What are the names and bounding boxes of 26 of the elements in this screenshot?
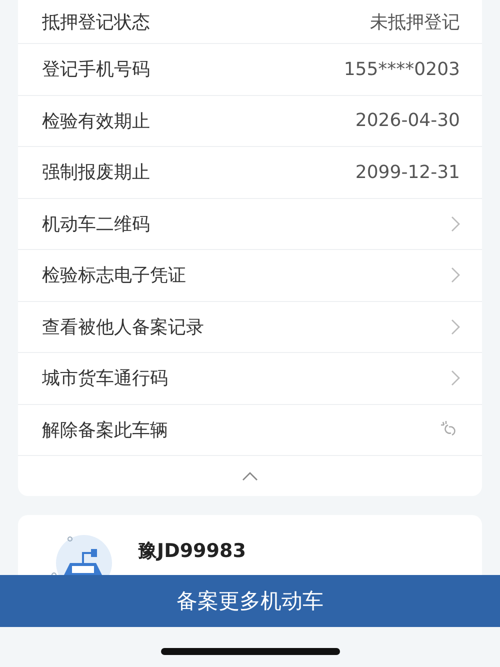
row-value: 2026-04-30 xyxy=(355,110,460,132)
row-label: 登记手机号码 xyxy=(42,58,150,82)
detail-row[interactable]: 机动车二维码 xyxy=(18,198,482,250)
row-value: 未抵押登记 xyxy=(370,10,460,34)
chevron-right-icon xyxy=(451,318,460,335)
row-label: 抵押登记状态 xyxy=(42,10,150,34)
register-more-button[interactable]: 备案更多机动车 xyxy=(0,575,500,627)
row-label: 检验有效期止 xyxy=(42,110,150,133)
detail-row[interactable]: 城市货车通行码 xyxy=(18,353,482,404)
chevron-right-icon xyxy=(451,216,460,232)
row-label: 解除备案此车辆 xyxy=(42,418,168,442)
row-label: 机动车二维码 xyxy=(42,212,150,236)
collapse-caret-icon[interactable] xyxy=(242,472,258,480)
row-value: 2099-12-31 xyxy=(355,162,460,183)
row-value: 155****0203 xyxy=(344,58,460,80)
chevron-right-icon xyxy=(451,370,460,386)
detail-row[interactable]: 解除备案此车辆 xyxy=(18,404,482,456)
plate-number: 豫JD99983 xyxy=(138,539,246,563)
vehicle-card[interactable]: 豫JD99983 xyxy=(18,515,482,575)
row-label: 城市货车通行码 xyxy=(42,367,168,390)
detail-row[interactable]: 查看被他人备案记录 xyxy=(18,302,482,353)
row-label: 强制报废期止 xyxy=(42,161,150,184)
chevron-right-icon xyxy=(451,267,460,284)
row-label: 查看被他人备案记录 xyxy=(42,316,204,339)
detail-row[interactable]: 检验标志电子凭证 xyxy=(18,250,482,302)
row-label: 检验标志电子凭证 xyxy=(42,264,186,288)
